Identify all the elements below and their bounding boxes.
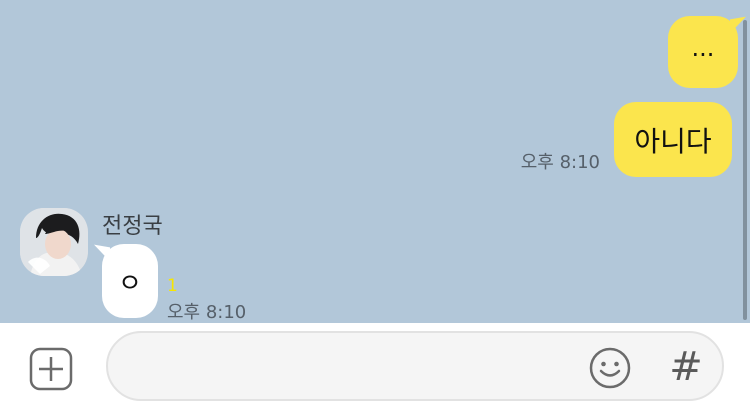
unread-count: 1 [167,276,178,296]
hashtag-icon[interactable]: # [668,343,704,391]
message-timestamp: 오후 8:10 [167,302,247,323]
message-text: ... [691,34,715,62]
input-bar: # [0,323,750,411]
avatar-image [20,208,88,276]
outgoing-message[interactable]: ... [668,16,738,88]
plus-square-icon[interactable] [29,347,73,391]
chat-window: ... 아니다 오후 8:10 전정국 ㅇ 1 오후 8:10 # [0,0,750,411]
scrollbar[interactable] [743,20,747,320]
outgoing-message[interactable]: 아니다 [614,102,732,177]
emoji-smile-icon[interactable] [588,346,632,390]
sender-name: 전정국 [102,214,163,239]
message-text: 아니다 [634,124,712,158]
message-text: ㅇ [118,268,142,299]
message-timestamp: 오후 8:10 [520,152,600,173]
message-list[interactable]: ... 아니다 오후 8:10 전정국 ㅇ 1 오후 8:10 [0,0,750,323]
avatar[interactable] [20,208,88,276]
incoming-message[interactable]: ㅇ [102,244,158,318]
